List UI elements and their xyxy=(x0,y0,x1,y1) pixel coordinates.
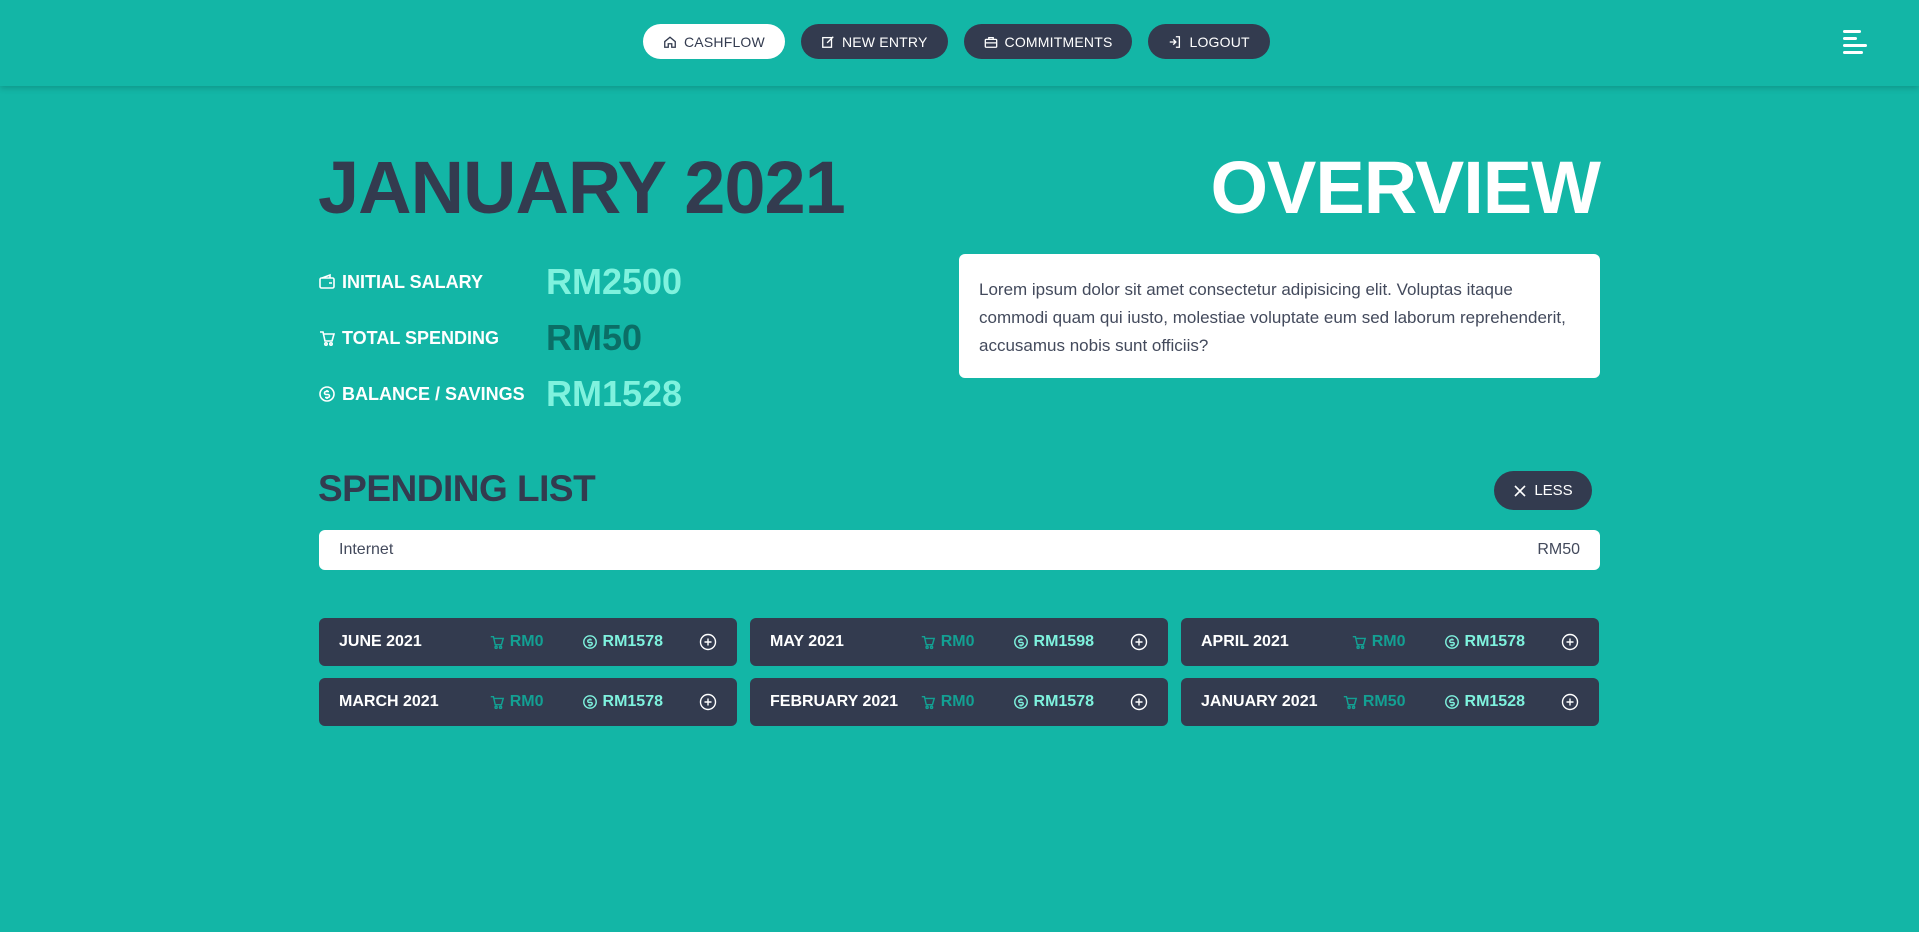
month-card-balance: RM1578 xyxy=(1444,633,1525,651)
less-button[interactable]: LESS xyxy=(1494,471,1592,510)
month-card-spending: RM0 xyxy=(920,693,975,711)
month-card-spending: RM0 xyxy=(1351,633,1406,651)
top-nav-bar: CASHFLOW NEW ENTRY COMMITMENTS LOGOUT xyxy=(0,0,1919,86)
savings-icon xyxy=(319,386,335,402)
stat-label-balance-text: BALANCE / SAVINGS xyxy=(342,383,525,404)
nav-new-entry-label: NEW ENTRY xyxy=(841,33,928,50)
month-card-balance: RM1578 xyxy=(1013,693,1094,711)
month-card[interactable]: APRIL 2021 RM0 RM1578 xyxy=(1181,618,1599,666)
savings-icon xyxy=(1444,635,1459,649)
home-icon xyxy=(664,35,676,48)
nav-commitments-button[interactable]: COMMITMENTS xyxy=(963,24,1133,59)
month-card-balance: RM1578 xyxy=(582,633,663,651)
cart-icon xyxy=(490,635,504,650)
month-card-spending-value: RM0 xyxy=(940,693,975,710)
nav-cashflow-label: CASHFLOW xyxy=(684,33,765,50)
nav-cashflow-button[interactable]: CASHFLOW xyxy=(643,24,785,59)
month-card-balance: RM1578 xyxy=(582,693,663,711)
month-card-spending: RM50 xyxy=(1342,693,1406,711)
spending-list-title: SPENDING LIST xyxy=(318,468,596,509)
edit-icon xyxy=(822,35,834,48)
month-card-balance-value: RM1578 xyxy=(1464,633,1525,650)
month-card[interactable]: MARCH 2021 RM0 RM1578 xyxy=(319,678,737,726)
stat-label-spending: TOTAL SPENDING xyxy=(318,328,546,349)
savings-icon xyxy=(1013,695,1028,709)
close-icon xyxy=(1514,484,1526,497)
cart-icon xyxy=(921,635,935,650)
plus-circle-icon[interactable] xyxy=(699,633,717,651)
month-card-spending: RM0 xyxy=(489,633,544,651)
overview-text-card: Lorem ipsum dolor sit amet consectetur a… xyxy=(959,254,1600,378)
logout-icon xyxy=(1170,35,1181,48)
stat-row-salary: INITIAL SALARY RM2500 xyxy=(318,254,682,310)
month-card-balance: RM1598 xyxy=(1013,633,1094,651)
plus-circle-icon[interactable] xyxy=(1130,633,1148,651)
page-title: JANUARY 2021 xyxy=(318,146,846,229)
wallet-icon xyxy=(319,273,335,289)
month-card[interactable]: JUNE 2021 RM0 RM1578 xyxy=(319,618,737,666)
nav-buttons: CASHFLOW NEW ENTRY COMMITMENTS LOGOUT xyxy=(643,24,1270,59)
month-card-spending-value: RM0 xyxy=(1371,633,1406,650)
stat-label-salary-text: INITIAL SALARY xyxy=(342,271,484,292)
month-card-spending: RM0 xyxy=(920,633,975,651)
spending-list-item[interactable]: Internet RM50 xyxy=(319,530,1600,570)
nav-new-entry-button[interactable]: NEW ENTRY xyxy=(800,24,948,59)
stat-label-spending-text: TOTAL SPENDING xyxy=(342,327,500,348)
month-card-balance-value: RM1578 xyxy=(602,633,663,650)
nav-commitments-label: COMMITMENTS xyxy=(1004,33,1113,50)
stat-row-spending: TOTAL SPENDING RM50 xyxy=(318,310,682,366)
savings-icon xyxy=(582,635,597,649)
month-card-balance-value: RM1598 xyxy=(1033,633,1094,650)
cart-icon xyxy=(1352,635,1366,650)
spending-item-name: Internet xyxy=(339,541,394,558)
month-card[interactable]: FEBRUARY 2021 RM0 RM1578 xyxy=(750,678,1168,726)
plus-circle-icon[interactable] xyxy=(1561,693,1579,711)
savings-icon xyxy=(1444,695,1459,709)
hamburger-menu-icon[interactable] xyxy=(1843,30,1869,54)
stat-value-salary: RM2500 xyxy=(546,261,683,302)
spending-item-amount: RM50 xyxy=(1537,541,1580,558)
stat-label-salary: INITIAL SALARY xyxy=(318,272,546,293)
month-card-name: MARCH 2021 xyxy=(339,693,439,710)
cart-icon xyxy=(921,695,935,710)
less-button-label: LESS xyxy=(1534,482,1573,499)
savings-icon xyxy=(582,695,597,709)
month-card-spending-value: RM0 xyxy=(509,633,544,650)
nav-logout-label: LOGOUT xyxy=(1189,33,1250,50)
month-card-name: JUNE 2021 xyxy=(339,633,422,650)
month-card-spending: RM0 xyxy=(489,693,544,711)
nav-logout-button[interactable]: LOGOUT xyxy=(1148,24,1270,59)
month-card-spending-value: RM0 xyxy=(940,633,975,650)
briefcase-icon xyxy=(984,36,997,48)
months-grid: JUNE 2021 RM0 RM1578 MAY 2021 RM0 RM1598… xyxy=(319,618,1600,726)
month-card-balance-value: RM1578 xyxy=(1033,693,1094,710)
month-card[interactable]: MAY 2021 RM0 RM1598 xyxy=(750,618,1168,666)
month-card-balance-value: RM1528 xyxy=(1464,693,1525,710)
month-card-name: MAY 2021 xyxy=(770,633,844,650)
month-card-name: FEBRUARY 2021 xyxy=(770,693,899,710)
month-card[interactable]: JANUARY 2021 RM50 RM1528 xyxy=(1181,678,1599,726)
stats-panel: INITIAL SALARY RM2500 TOTAL SPENDING RM5… xyxy=(318,254,682,422)
savings-icon xyxy=(1013,635,1028,649)
cart-icon xyxy=(490,695,504,710)
stat-row-balance: BALANCE / SAVINGS RM1528 xyxy=(318,366,682,422)
month-card-spending-value: RM50 xyxy=(1362,693,1406,710)
stat-label-balance: BALANCE / SAVINGS xyxy=(318,384,546,405)
plus-circle-icon[interactable] xyxy=(699,693,717,711)
month-card-spending-value: RM0 xyxy=(509,693,544,710)
month-card-name: JANUARY 2021 xyxy=(1201,693,1318,710)
stat-value-spending: RM50 xyxy=(546,317,643,358)
cart-icon xyxy=(320,331,336,347)
month-card-name: APRIL 2021 xyxy=(1201,633,1289,650)
stat-value-balance: RM1528 xyxy=(546,373,683,414)
month-card-balance: RM1528 xyxy=(1444,693,1525,711)
plus-circle-icon[interactable] xyxy=(1130,693,1148,711)
overview-title: OVERVIEW xyxy=(1210,146,1601,229)
month-card-balance-value: RM1578 xyxy=(602,693,663,710)
plus-circle-icon[interactable] xyxy=(1561,633,1579,651)
cart-icon xyxy=(1343,695,1357,710)
